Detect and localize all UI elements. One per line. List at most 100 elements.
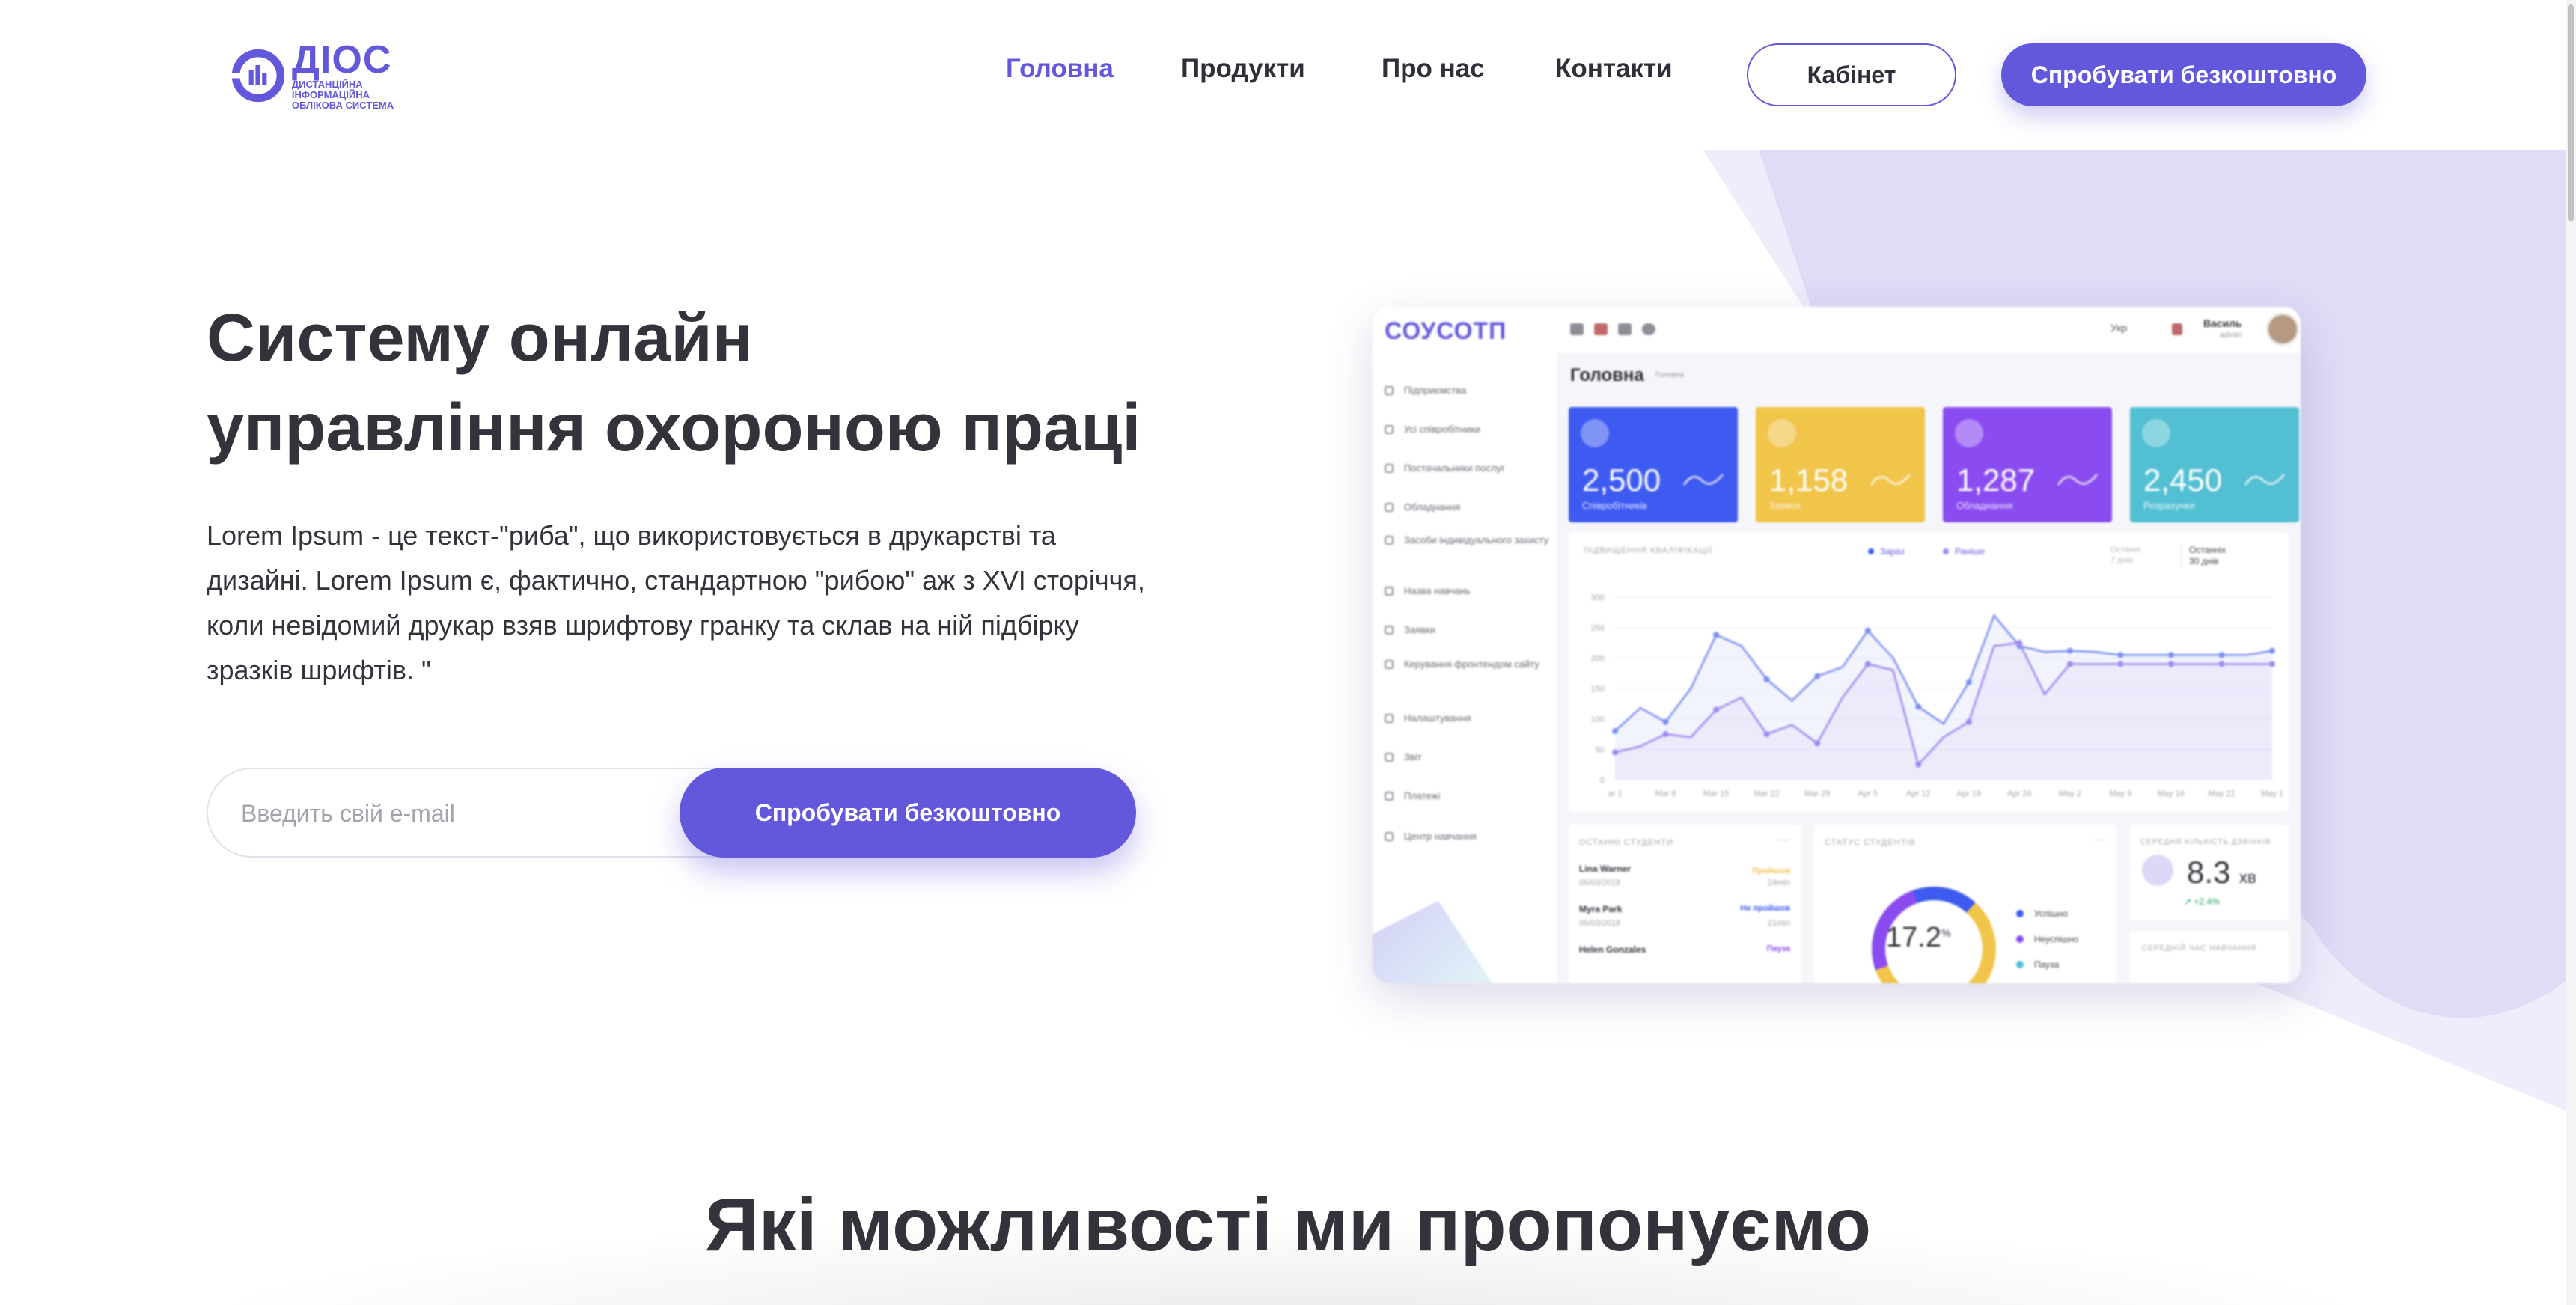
student-status: Не пройшов bbox=[1740, 904, 1790, 913]
truck-icon bbox=[1385, 463, 1394, 473]
x-tick-label: May 2 bbox=[2059, 789, 2081, 798]
data-point bbox=[2016, 640, 2023, 646]
data-point bbox=[2167, 652, 2174, 658]
y-tick-label: 300 bbox=[1591, 593, 1605, 602]
stat-card: 2,500 Співробітників bbox=[1569, 407, 1738, 522]
data-point bbox=[1662, 731, 1669, 737]
data-point bbox=[1915, 761, 1922, 768]
sparkline-icon bbox=[2057, 474, 2099, 486]
users-icon bbox=[1385, 424, 1394, 434]
student-status-card: СТАТУС СТУДЕНТІВ ··· 17.2% Успішно Неусп… bbox=[1814, 825, 2116, 983]
hero-title-line1: Систему онлайн bbox=[207, 301, 754, 376]
data-point bbox=[1814, 740, 1821, 747]
chart-card: ПІДВИЩЕННЯ КВАЛІФІКАЦІЇ Зараз Раніше Ост… bbox=[1569, 533, 2289, 811]
avg-calls-value: 8.3 хв bbox=[2187, 855, 2256, 890]
student-status: Пройшов bbox=[1752, 867, 1790, 875]
avg-calls-card: СЕРЕДНЯ КІЛЬКІСТЬ ДЗВІНКІВ 8.3 хв ↗ +2.4… bbox=[2130, 825, 2289, 920]
student-name: Lina Warner bbox=[1579, 864, 1631, 874]
student-name: Myra Park bbox=[1579, 904, 1623, 914]
data-point bbox=[1814, 673, 1821, 679]
legend-dot-icon bbox=[2016, 935, 2024, 943]
legend-dot-icon bbox=[2016, 961, 2024, 968]
payment-icon bbox=[1385, 791, 1394, 801]
data-point bbox=[2167, 661, 2174, 667]
avatar bbox=[2266, 313, 2299, 346]
hero-description: Lorem Ipsum - це текст-"риба", що викори… bbox=[207, 520, 1145, 685]
logo-mark-icon bbox=[231, 49, 285, 103]
avg-calls-delta: ↗ +2.4% bbox=[2184, 896, 2220, 907]
data-point bbox=[2218, 652, 2225, 658]
legend-dot-icon bbox=[2016, 910, 2024, 917]
stat-card: 2,450 Розрахунки bbox=[2130, 407, 2299, 522]
dashboard-page-title: Головна bbox=[1570, 365, 1644, 385]
x-tick-label: May 9 bbox=[2109, 789, 2131, 798]
donut-legend-item: Пауза bbox=[2016, 959, 2059, 970]
y-tick-label: 250 bbox=[1591, 624, 1605, 633]
student-status: Пауза bbox=[1766, 944, 1790, 953]
sidebar-item: Керування фронтендом сайту bbox=[1385, 658, 1549, 670]
y-tick-label: 50 bbox=[1596, 745, 1605, 754]
scrollbar[interactable] bbox=[2566, 0, 2576, 1305]
avg-calls-title: СЕРЕДНЯ КІЛЬКІСТЬ ДЗВІНКІВ bbox=[2140, 838, 2271, 846]
nav-about[interactable]: Про нас bbox=[1382, 54, 1485, 84]
x-tick-label: Apr 5 bbox=[1858, 789, 1878, 798]
x-tick-label: Apr 19 bbox=[1957, 789, 1981, 798]
sidebar-decoration bbox=[1373, 901, 1492, 983]
data-point bbox=[1763, 676, 1770, 682]
email-input[interactable] bbox=[239, 769, 662, 858]
x-tick-label: Mar 8 bbox=[1655, 789, 1676, 798]
data-point bbox=[1864, 661, 1871, 667]
sidebar-item: Центр навчання bbox=[1385, 831, 1549, 842]
phone-icon bbox=[2142, 855, 2173, 886]
donut-legend-item: Успішно bbox=[2016, 908, 2068, 919]
hero-title: Систему онлайн управління охороною праці bbox=[207, 293, 1329, 473]
user-info: Василь admin bbox=[2203, 317, 2242, 340]
nav-products[interactable]: Продукти bbox=[1181, 54, 1305, 84]
sidebar-item: Звіт bbox=[1385, 751, 1549, 762]
try-free-hero-button[interactable]: Спробувати безкоштовно bbox=[680, 768, 1136, 858]
logo-subtitle-line1: ДИСТАНЦІЙНА ІНФОРМАЦІЙНА bbox=[291, 79, 370, 100]
y-tick-label: 150 bbox=[1591, 685, 1605, 694]
data-point bbox=[2269, 647, 2275, 654]
avg-training-title: СЕРЕДНІЙ ЧАС НАВЧАННЯ bbox=[2142, 944, 2257, 953]
book-icon bbox=[1385, 586, 1394, 596]
trend-icon bbox=[2142, 419, 2170, 447]
logo[interactable]: ДІОС ДИСТАНЦІЙНА ІНФОРМАЦІЙНА ОБЛІКОВА С… bbox=[231, 40, 425, 111]
x-tick-label: ar 1 bbox=[1608, 789, 1623, 798]
donut-legend-item: Неуспішно bbox=[2016, 934, 2078, 944]
sidebar-item: Платежі bbox=[1385, 790, 1549, 801]
cabinet-button[interactable]: Кабінет bbox=[1747, 43, 1956, 106]
x-tick-label: May 16 bbox=[2158, 789, 2185, 798]
sidebar-item: Налаштування bbox=[1385, 712, 1549, 724]
x-tick-label: Mar 22 bbox=[1754, 789, 1779, 798]
more-icon: ··· bbox=[2094, 834, 2106, 846]
sparkline-icon bbox=[1870, 474, 1911, 486]
stat-card: 1,287 Обладнання bbox=[1943, 407, 2112, 522]
sidebar-item: Засоби індивідуального захисту bbox=[1385, 534, 1549, 545]
sidebar-item: Заявки bbox=[1385, 624, 1549, 635]
data-point bbox=[1763, 731, 1770, 737]
data-point bbox=[2066, 661, 2073, 667]
calendar-icon bbox=[1618, 323, 1632, 335]
data-point bbox=[1915, 703, 1922, 710]
dashboard-main: Головна Головна 2,500 Співробітників 1,1… bbox=[1557, 353, 2301, 983]
data-point bbox=[2117, 661, 2124, 667]
student-date: 06/03/2018 bbox=[1579, 878, 1621, 887]
sidebar-item: Усі співробітники bbox=[1385, 424, 1549, 435]
email-signup-form: Спробувати безкоштовно bbox=[207, 768, 1136, 858]
data-point bbox=[1612, 727, 1618, 734]
sidebar-item: Постачальники послуг bbox=[1385, 462, 1549, 474]
scrollbar-thumb[interactable] bbox=[2568, 4, 2574, 221]
data-point bbox=[2117, 652, 2124, 658]
x-tick-label: Apr 26 bbox=[2007, 789, 2031, 798]
dashboard-sidebar: СОУСОТП Підприємства Усі співробітники П… bbox=[1373, 307, 1557, 983]
shield-icon bbox=[1385, 535, 1394, 545]
nav-contacts[interactable]: Контакти bbox=[1555, 54, 1673, 84]
data-point bbox=[1965, 679, 1972, 685]
sidebar-item: Обладнання bbox=[1385, 501, 1549, 513]
building-icon bbox=[1385, 385, 1394, 395]
recent-students-card: ОСТАННІ СТУДЕНТИ ··· Lina Warner 06/03/2… bbox=[1569, 825, 1801, 983]
try-free-header-button[interactable]: Спробувати безкоштовно bbox=[2001, 43, 2366, 106]
gear-icon bbox=[1385, 713, 1394, 723]
nav-home[interactable]: Головна bbox=[1006, 54, 1114, 84]
